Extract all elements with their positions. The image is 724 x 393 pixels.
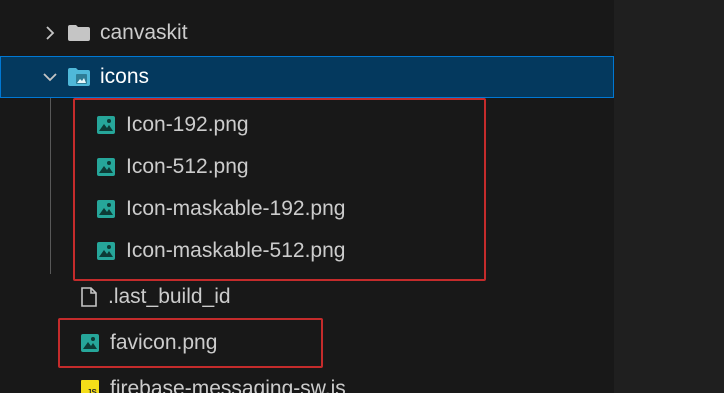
highlight-box-favicon — [58, 318, 323, 368]
tree-item-label: canvaskit — [100, 21, 188, 44]
highlight-box-icons — [73, 98, 486, 281]
tree-item-last-build-id[interactable]: .last_build_id — [0, 276, 614, 318]
tree-item-label: icons — [100, 65, 150, 88]
tree-item-firebase-sw[interactable]: JS firebase-messaging-sw.js — [0, 368, 614, 393]
tree-item-canvaskit[interactable]: canvaskit — [0, 12, 614, 54]
tree-item-label: .last_build_id — [108, 285, 231, 308]
file-icon — [80, 287, 98, 307]
editor-area — [614, 0, 724, 393]
explorer-sidebar: canvaskit icons Icon-192.png Icon-512.pn… — [0, 0, 614, 393]
javascript-file-icon: JS — [80, 379, 100, 393]
chevron-down-icon — [40, 67, 60, 87]
svg-text:JS: JS — [87, 388, 97, 393]
folder-open-image-icon — [68, 68, 90, 86]
tree-item-label: firebase-messaging-sw.js — [110, 377, 346, 393]
folder-icon — [68, 25, 90, 41]
chevron-right-icon — [40, 23, 60, 43]
tree-item-icons[interactable]: icons — [0, 56, 614, 98]
